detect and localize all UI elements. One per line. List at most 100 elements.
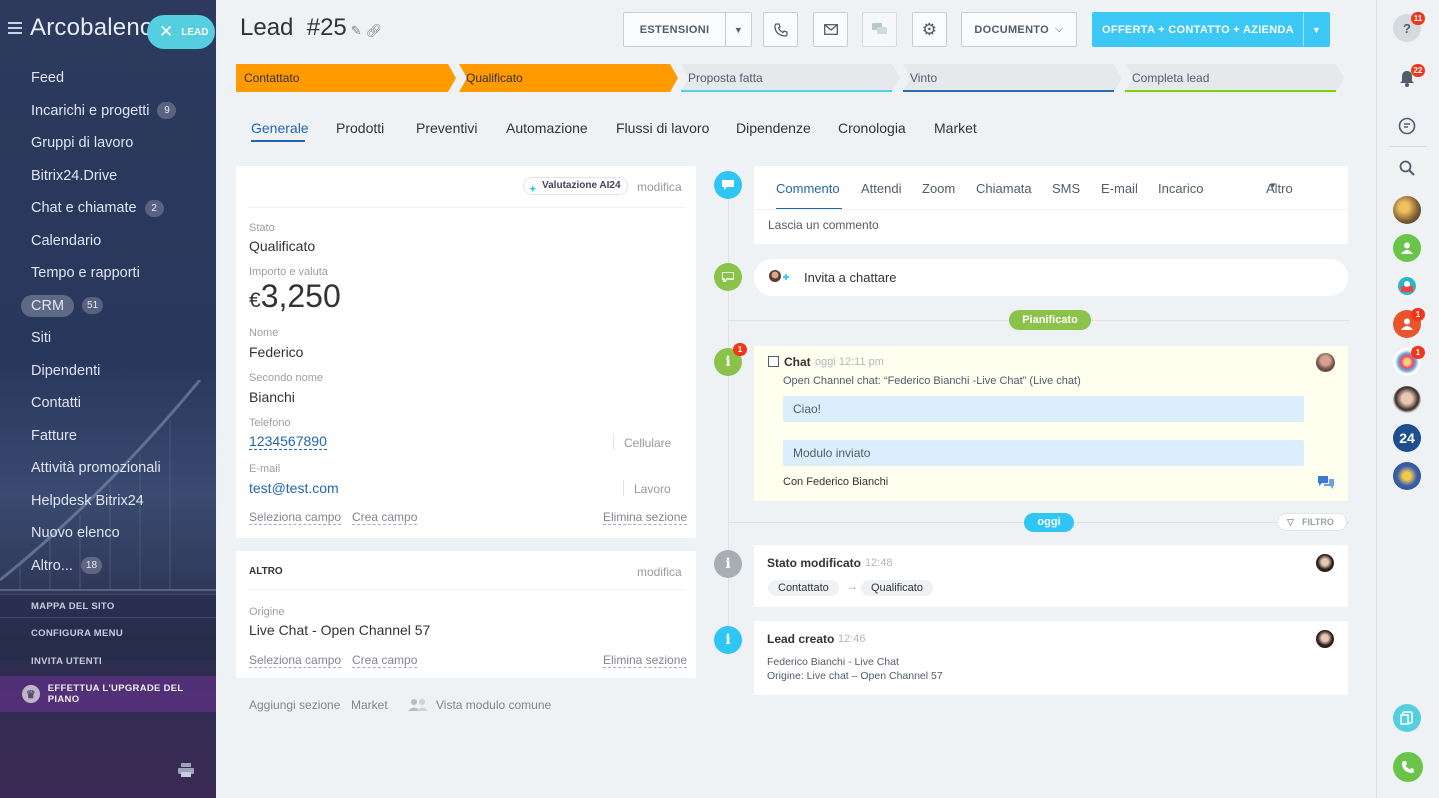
sidebar-item-feed[interactable]: Feed bbox=[0, 62, 216, 95]
second-name-value[interactable]: Bianchi bbox=[249, 389, 295, 405]
chevron-down-icon[interactable]: ▼ bbox=[725, 13, 751, 46]
stage-qualified[interactable]: Qualificato bbox=[458, 64, 523, 92]
select-field-link[interactable]: Seleziona campo bbox=[249, 653, 342, 668]
envelope-icon bbox=[823, 24, 838, 35]
comment-input[interactable]: Lascia un commento bbox=[768, 218, 879, 232]
other-card: ALTRO modifica Origine Live Chat - Open … bbox=[236, 551, 696, 678]
tab-dipendenze[interactable]: Dipendenze bbox=[736, 120, 811, 136]
chevron-down-icon: ⌵ bbox=[1054, 23, 1064, 35]
copy-icon[interactable] bbox=[1393, 704, 1421, 732]
close-icon[interactable]: ✕ bbox=[159, 22, 173, 42]
sidebar-item-promotions[interactable]: Attività promozionali bbox=[0, 452, 216, 485]
messages-icon[interactable] bbox=[1393, 112, 1421, 140]
activity-tab-sms[interactable]: SMS bbox=[1052, 181, 1080, 196]
common-view-link[interactable]: Vista modulo comune bbox=[436, 698, 551, 712]
ai-score-button[interactable]: ✦ Valutazione AI24 bbox=[523, 177, 628, 195]
complete-checkbox[interactable] bbox=[768, 356, 779, 367]
configure-menu-link[interactable]: CONFIGURA MENU bbox=[31, 628, 123, 639]
select-field-link[interactable]: Seleziona campo bbox=[249, 510, 342, 525]
menu-icon[interactable] bbox=[8, 22, 22, 34]
sidebar-item-tasks[interactable]: Incarichi e progetti 9 bbox=[0, 95, 216, 128]
chevron-down-icon[interactable]: ▼ bbox=[1303, 13, 1329, 46]
tab-generale[interactable]: Generale bbox=[251, 120, 309, 136]
avatar[interactable] bbox=[1316, 554, 1334, 572]
activity-tab-chiamata[interactable]: Chiamata bbox=[976, 181, 1032, 196]
create-field-link[interactable]: Crea campo bbox=[352, 510, 418, 525]
tab-cronologia[interactable]: Cronologia bbox=[838, 120, 906, 136]
link-icon[interactable]: 🔗︎ bbox=[366, 23, 383, 38]
sidebar-item-more[interactable]: Altro... 18 bbox=[0, 550, 216, 583]
avatar[interactable] bbox=[1393, 196, 1421, 224]
avatar[interactable] bbox=[1316, 353, 1335, 372]
edit-link[interactable]: modifica bbox=[637, 565, 682, 579]
amount-value[interactable]: €3,250 bbox=[249, 278, 341, 315]
stage-complete[interactable]: Completa lead bbox=[1124, 64, 1209, 92]
phone-button[interactable] bbox=[763, 12, 798, 47]
avatar[interactable] bbox=[1316, 630, 1334, 648]
avatar[interactable] bbox=[1393, 234, 1421, 262]
sidebar-item-label: Nuovo elenco bbox=[31, 525, 120, 542]
activity-tab-commento[interactable]: Commento bbox=[776, 181, 840, 196]
second-name-label: Secondo nome bbox=[249, 372, 323, 384]
delete-section-link[interactable]: Elimina sezione bbox=[603, 510, 688, 525]
avatar[interactable] bbox=[1393, 386, 1421, 414]
phone-link[interactable]: 1234567890 bbox=[249, 434, 327, 450]
sidebar-item-workgroups[interactable]: Gruppi di lavoro bbox=[0, 127, 216, 160]
document-button[interactable]: DOCUMENTO ⌵ bbox=[961, 12, 1077, 47]
printer-icon[interactable] bbox=[178, 763, 194, 777]
source-value[interactable]: Live Chat - Open Channel 57 bbox=[249, 622, 430, 638]
brand-name[interactable]: Arcobaleno bbox=[30, 14, 153, 42]
stage-won[interactable]: Vinto bbox=[902, 64, 937, 92]
create-field-link[interactable]: Crea campo bbox=[352, 653, 418, 668]
open-chat-icon[interactable] bbox=[1318, 476, 1334, 489]
status-value[interactable]: Qualificato bbox=[249, 238, 315, 254]
invite-chat-bar[interactable]: Invita a chattare bbox=[754, 259, 1348, 296]
name-value[interactable]: Federico bbox=[249, 344, 303, 360]
activity-tab-zoom[interactable]: Zoom bbox=[922, 181, 955, 196]
sidebar-item-calendar[interactable]: Calendario bbox=[0, 225, 216, 258]
settings-button[interactable]: ⚙ bbox=[912, 12, 947, 47]
tab-automazione[interactable]: Automazione bbox=[506, 120, 588, 136]
stage-contacted[interactable]: Contattato bbox=[236, 64, 299, 92]
filter-button[interactable]: ▽ FILTRO bbox=[1277, 513, 1347, 531]
sidebar-item-contacts[interactable]: Contatti bbox=[0, 387, 216, 420]
lead-close-pill[interactable]: ✕ LEAD bbox=[147, 15, 215, 49]
extensions-button[interactable]: ESTENSIONI ▼ bbox=[623, 12, 752, 47]
stage-proposal[interactable]: Proposta fatta bbox=[680, 64, 763, 92]
avatar[interactable] bbox=[1393, 462, 1421, 490]
activity-tab-email[interactable]: E-mail bbox=[1101, 181, 1138, 196]
sidebar-item-label: Dipendenti bbox=[31, 362, 101, 379]
chat-button[interactable] bbox=[862, 12, 897, 47]
sidebar-item-drive[interactable]: Bitrix24.Drive bbox=[0, 160, 216, 193]
tab-prodotti[interactable]: Prodotti bbox=[336, 120, 384, 136]
add-section-link[interactable]: Aggiungi sezione bbox=[249, 698, 340, 712]
invite-users-link[interactable]: INVITA UTENTI bbox=[31, 656, 102, 667]
search-icon[interactable] bbox=[1393, 154, 1421, 182]
sidebar-item-helpdesk[interactable]: Helpdesk Bitrix24 bbox=[0, 485, 216, 518]
phone-call-icon[interactable] bbox=[1393, 752, 1423, 782]
delete-section-link[interactable]: Elimina sezione bbox=[603, 653, 688, 668]
sidebar-item-invoices[interactable]: Fatture bbox=[0, 420, 216, 453]
activity-tab-attendi[interactable]: Attendi bbox=[861, 181, 901, 196]
pencil-icon[interactable]: ✎ bbox=[351, 23, 362, 38]
convert-lead-button[interactable]: OFFERTA + CONTATTO + AZIENDA ▼ bbox=[1092, 12, 1330, 47]
upgrade-plan-button[interactable]: ♛ EFFETTUA L'UPGRADE DEL PIANO bbox=[0, 676, 216, 712]
sidebar-item-time-reports[interactable]: Tempo e rapporti bbox=[0, 257, 216, 290]
sidebar-item-chat[interactable]: Chat e chiamate 2 bbox=[0, 192, 216, 225]
sidebar-item-crm[interactable]: CRM 51 bbox=[0, 290, 216, 323]
edit-link[interactable]: modifica bbox=[637, 180, 682, 194]
tab-preventivi[interactable]: Preventivi bbox=[416, 120, 477, 136]
email-button[interactable] bbox=[813, 12, 848, 47]
avatar[interactable] bbox=[1393, 272, 1421, 300]
activity-tab-incarico[interactable]: Incarico bbox=[1158, 181, 1204, 196]
bitrix24-avatar[interactable]: 24 bbox=[1393, 424, 1421, 452]
site-map-link[interactable]: MAPPA DEL SITO bbox=[31, 601, 115, 612]
right-sidebar: ? 11 22 1 1 24 bbox=[1376, 0, 1439, 798]
email-link[interactable]: test@test.com bbox=[249, 480, 339, 496]
sidebar-item-new-list[interactable]: Nuovo elenco bbox=[0, 517, 216, 550]
tab-flussi[interactable]: Flussi di lavoro bbox=[616, 120, 709, 136]
sidebar-item-sites[interactable]: Siti bbox=[0, 322, 216, 355]
sidebar-item-employees[interactable]: Dipendenti bbox=[0, 355, 216, 388]
tab-market[interactable]: Market bbox=[934, 120, 977, 136]
market-link[interactable]: Market bbox=[351, 698, 388, 712]
